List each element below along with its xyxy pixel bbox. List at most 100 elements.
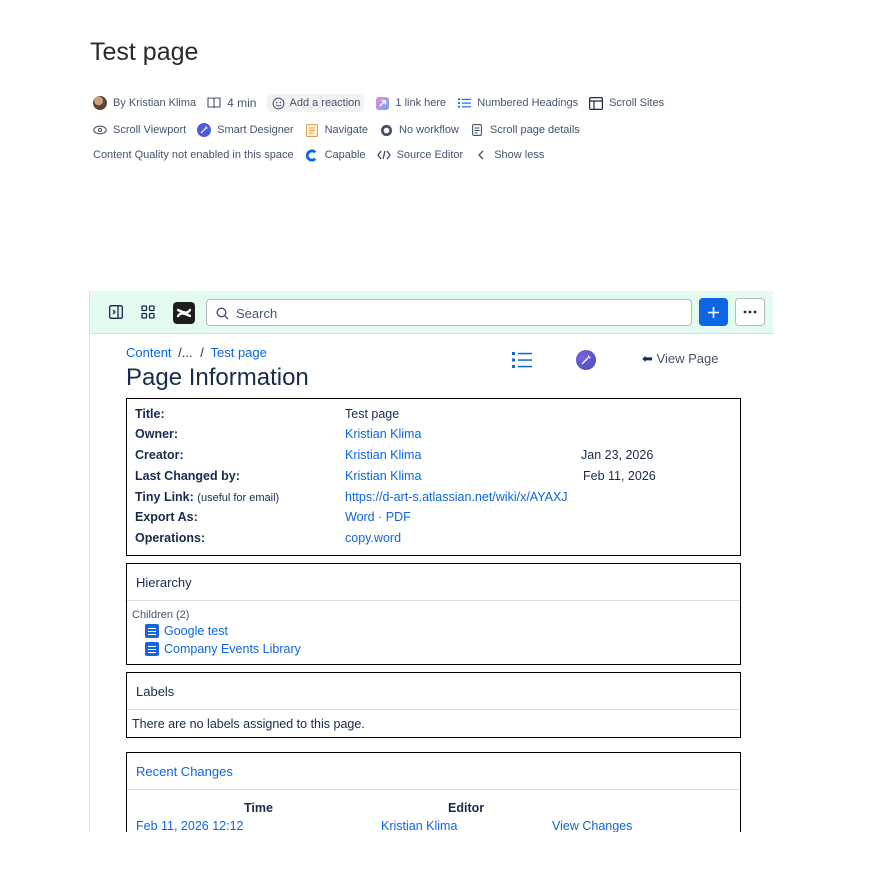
search-input[interactable]: Search [206, 299, 692, 326]
tiny-link-url[interactable]: https://d-art-s.atlassian.net/wiki/x/AYA… [345, 490, 568, 504]
child-page-link[interactable]: Google test [145, 624, 228, 638]
labels-panel: Labels There are no labels assigned to t… [126, 672, 741, 738]
column-header-time: Time [244, 801, 273, 815]
export-links[interactable]: Word · PDF [345, 510, 411, 524]
links-here[interactable]: 1 link here [375, 96, 446, 110]
scroll-sites-label: Scroll Sites [609, 97, 665, 109]
back-arrow-icon: ⬅ [642, 351, 653, 366]
show-less-button[interactable]: Show less [474, 148, 544, 162]
links-label: 1 link here [395, 97, 447, 109]
chevron-left-icon [474, 148, 488, 162]
page-title: Test page [90, 38, 199, 66]
navigate-label: Navigate [324, 124, 369, 136]
sidebar-toggle-icon[interactable] [107, 303, 125, 321]
page-meta-row-3: Content Quality not enabled in this spac… [93, 148, 555, 162]
recent-changes-panel: Recent Changes Time Editor Feb 11, 2026 … [126, 752, 741, 832]
owner-link[interactable]: Kristian Klima [345, 427, 421, 441]
embedded-page-information-image: Search Content /... / Test page ⬅ View P… [89, 291, 773, 832]
change-time-link[interactable]: Feb 11, 2026 12:12 [136, 819, 244, 832]
page-details-icon [470, 123, 484, 137]
workflow-label: No workflow [399, 124, 459, 136]
breadcrumb-ellipsis[interactable]: /... [178, 345, 192, 360]
scroll-viewport-button[interactable]: Scroll Viewport [93, 123, 186, 137]
smart-designer-label: Smart Designer [217, 124, 294, 136]
tiny-link-label: Tiny Link: (useful for email) [135, 490, 279, 504]
viewport-icon [93, 123, 107, 137]
labels-empty-message: There are no labels assigned to this pag… [132, 717, 365, 731]
plus-icon [708, 306, 719, 318]
recent-changes-heading[interactable]: Recent Changes [127, 753, 740, 790]
breadcrumb: Content /... / Test page [126, 345, 267, 360]
creator-link[interactable]: Kristian Klima [345, 448, 421, 462]
last-changed-link[interactable]: Kristian Klima [345, 469, 421, 483]
numbered-list-icon [457, 96, 471, 110]
book-icon [207, 96, 221, 110]
confluence-top-bar: Search [90, 291, 773, 334]
export-label: Export As: [135, 510, 198, 524]
page-info-table: Title: Test page Owner: Kristian Klima C… [126, 398, 741, 556]
page-icon [145, 624, 159, 638]
smart-designer-tool-icon[interactable] [576, 350, 596, 370]
more-options-button[interactable] [735, 298, 765, 326]
smart-designer-button[interactable]: Smart Designer [197, 123, 294, 137]
child-page-title: Google test [164, 624, 228, 638]
breadcrumb-content[interactable]: Content [126, 345, 172, 360]
labels-heading: Labels [127, 673, 740, 710]
hierarchy-panel: Hierarchy Children (2) Google test Compa… [126, 563, 741, 665]
hierarchy-heading: Hierarchy [127, 564, 740, 601]
capable-label: Capable [324, 149, 366, 161]
content-quality-label: Content Quality not enabled in this spac… [93, 149, 294, 161]
magic-wand-icon [197, 123, 212, 137]
add-reaction-button[interactable]: Add a reaction [267, 94, 365, 112]
column-header-editor: Editor [448, 801, 485, 815]
view-page-link[interactable]: ⬅ View Page [642, 351, 718, 367]
last-changed-label: Last Changed by: [135, 469, 240, 483]
read-time: 4 min [207, 96, 256, 110]
view-changes-link[interactable]: View Changes [552, 819, 632, 832]
child-page-link[interactable]: Company Events Library [145, 642, 301, 656]
search-placeholder: Search [236, 306, 278, 321]
breadcrumb-separator: / [200, 345, 204, 360]
creator-label: Creator: [135, 448, 184, 462]
scroll-viewport-label: Scroll Viewport [113, 124, 187, 136]
creator-date: Jan 23, 2026 [581, 448, 654, 462]
source-editor-label: Source Editor [396, 149, 464, 161]
tiny-link-label-text: Tiny Link: [135, 490, 194, 504]
navigate-button[interactable]: Navigate [305, 123, 368, 137]
page-icon [145, 642, 159, 656]
title-value: Test page [345, 407, 400, 421]
scroll-page-details-label: Scroll page details [489, 124, 580, 136]
source-editor-button[interactable]: Source Editor [376, 148, 464, 162]
app-links-icon [375, 96, 389, 110]
children-label: Children (2) [132, 609, 190, 621]
avatar [93, 96, 107, 110]
capable-logo-icon [305, 148, 319, 162]
workflow-icon [379, 123, 393, 137]
scroll-sites-button[interactable]: Scroll Sites [589, 96, 664, 110]
smiley-icon [271, 96, 285, 110]
page-meta-row-2: Scroll Viewport Smart Designer Navigate … [93, 123, 591, 137]
workflow-status[interactable]: No workflow [379, 123, 459, 137]
breadcrumb-page[interactable]: Test page [211, 345, 267, 360]
capable-button[interactable]: Capable [305, 148, 366, 162]
layout-icon [589, 96, 604, 110]
change-editor-link[interactable]: Kristian Klima [381, 819, 457, 832]
show-less-label: Show less [494, 149, 545, 161]
numbered-headings-button[interactable]: Numbered Headings [457, 96, 578, 110]
owner-label: Owner: [135, 427, 179, 441]
create-button[interactable] [699, 298, 728, 326]
numbered-headings-label: Numbered Headings [477, 97, 579, 109]
navigate-doc-icon [305, 123, 319, 137]
confluence-logo-icon[interactable] [173, 302, 195, 324]
view-page-label: View Page [656, 351, 719, 366]
add-reaction-label: Add a reaction [289, 97, 361, 109]
page-meta-row-1: By Kristian Klima 4 min Add a reaction 1… [93, 94, 675, 112]
author-byline[interactable]: By Kristian Klima [93, 96, 196, 110]
search-icon [216, 307, 229, 325]
last-changed-date: Feb 11, 2026 [583, 469, 656, 483]
scroll-page-details-button[interactable]: Scroll page details [470, 123, 580, 137]
app-switcher-icon[interactable] [139, 303, 157, 321]
operations-link[interactable]: copy.word [345, 531, 401, 545]
numbered-list-tool-icon[interactable] [512, 351, 532, 374]
author-label: By Kristian Klima [113, 97, 197, 109]
